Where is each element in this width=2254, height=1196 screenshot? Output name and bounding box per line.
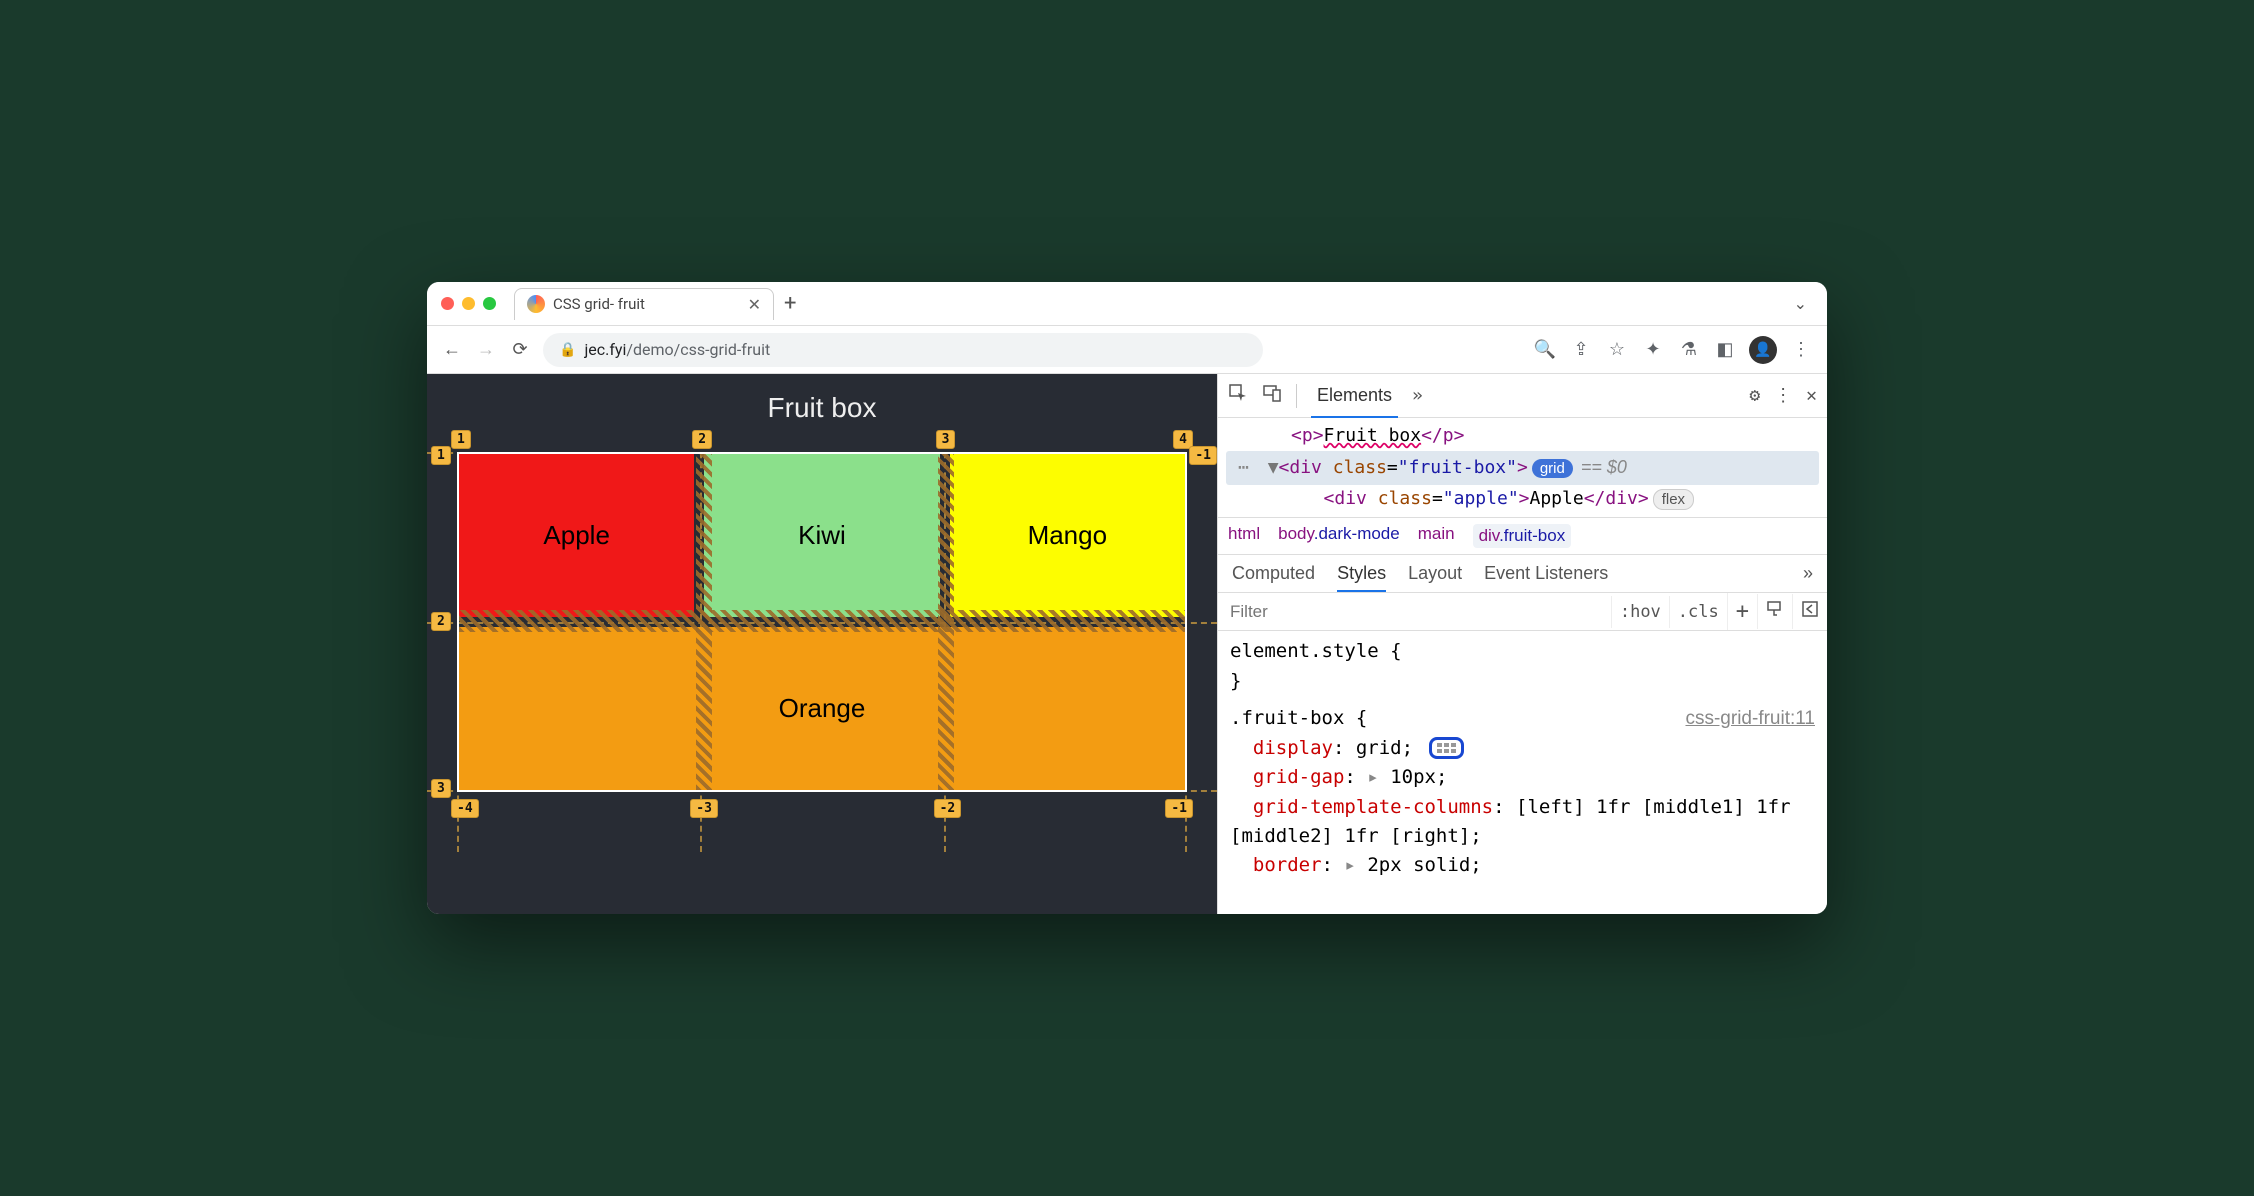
grid-badge[interactable]: grid [1532,459,1573,478]
grid-line-badge: -1 [1189,446,1217,465]
tab-elements[interactable]: Elements [1311,385,1398,418]
grid-line-badge: -3 [690,799,718,818]
flex-badge[interactable]: flex [1653,489,1694,510]
back-button[interactable]: ← [441,339,463,360]
settings-icon[interactable]: ⚙ [1749,385,1760,406]
browser-window: CSS grid- fruit ✕ + ⌄ ← → ⟳ 🔒 jec.fyi/de… [427,282,1827,914]
grid-editor-icon[interactable] [1429,737,1464,759]
url-text: jec.fyi/demo/css-grid-fruit [584,340,770,359]
tab-layout[interactable]: Layout [1408,563,1462,584]
favicon-icon [527,295,545,313]
content-area: Fruit box Apple Kiwi Mango Orange [427,374,1827,914]
new-tab-button[interactable]: + [784,291,796,316]
breadcrumb-item-active[interactable]: div.fruit-box [1473,524,1572,548]
dom-node[interactable]: <div class="apple">Apple</div>flex [1226,485,1819,514]
tab-event-listeners[interactable]: Event Listeners [1484,563,1608,584]
lock-icon: 🔒 [559,342,576,358]
grid-gap-overlay [459,610,1185,632]
grid-cell-orange: Orange [459,627,1185,790]
grid-cell-kiwi: Kiwi [704,454,939,617]
minimize-window-button[interactable] [462,297,475,310]
profile-avatar[interactable]: 👤 [1749,336,1777,364]
traffic-lights [441,297,496,310]
page-heading: Fruit box [427,374,1217,442]
styles-filter-input[interactable] [1218,594,1611,630]
grid-line-badge: 3 [936,430,956,449]
grid-line-badge: 2 [431,612,451,631]
grid-line-badge: 3 [431,779,451,798]
element-style-rule[interactable]: element.style { } [1230,637,1815,696]
url-bar: ← → ⟳ 🔒 jec.fyi/demo/css-grid-fruit 🔍 ⇪ … [427,326,1827,374]
inspect-icon[interactable] [1228,383,1248,408]
ellipsis-icon[interactable]: ⋯ [1230,457,1257,478]
tab-overflow-icon[interactable]: ⌄ [1788,294,1813,313]
dom-tree[interactable]: <p>Fruit box</p> ⋯ ▼<div class="fruit-bo… [1218,418,1827,517]
hov-button[interactable]: :hov [1611,596,1669,628]
tab-styles[interactable]: Styles [1337,563,1386,592]
kebab-icon[interactable]: ⋮ [1774,385,1792,406]
maximize-window-button[interactable] [483,297,496,310]
dom-node[interactable]: <p>Fruit box</p> [1226,422,1819,451]
breadcrumb-item[interactable]: body.dark-mode [1278,524,1400,548]
breadcrumb: html body.dark-mode main div.fruit-box [1218,517,1827,555]
share-icon[interactable]: ⇪ [1569,339,1593,360]
grid-line-badge: -1 [1165,799,1193,818]
grid-cell-mango: Mango [950,454,1185,617]
breadcrumb-item[interactable]: main [1418,524,1455,548]
close-window-button[interactable] [441,297,454,310]
devtools-toolbar: Elements » ⚙ ⋮ ✕ [1218,374,1827,418]
rendered-page: Fruit box Apple Kiwi Mango Orange [427,374,1217,914]
extensions-icon[interactable]: ✦ [1641,339,1665,360]
styles-tabs: Computed Styles Layout Event Listeners » [1218,555,1827,593]
styles-filter-row: :hov .cls + [1218,593,1827,631]
titlebar: CSS grid- fruit ✕ + ⌄ [427,282,1827,326]
bookmark-icon[interactable]: ☆ [1605,339,1629,360]
styles-pane[interactable]: element.style { } css-grid-fruit:11 .fru… [1218,631,1827,887]
grid-line-badge: -2 [934,799,962,818]
grid-line-badge: 1 [451,430,471,449]
forward-button[interactable]: → [475,339,497,360]
cls-button[interactable]: .cls [1669,596,1727,628]
paint-icon[interactable] [1757,594,1792,629]
menu-icon[interactable]: ⋮ [1789,339,1813,360]
browser-tab[interactable]: CSS grid- fruit ✕ [514,288,774,320]
dom-node-selected[interactable]: ⋯ ▼<div class="fruit-box">grid== $0 [1226,451,1819,485]
labs-icon[interactable]: ⚗ [1677,339,1701,360]
more-tabs-icon[interactable]: » [1412,385,1423,406]
reload-button[interactable]: ⟳ [509,339,531,360]
tab-title: CSS grid- fruit [553,295,740,313]
breadcrumb-item[interactable]: html [1228,524,1260,548]
tab-computed[interactable]: Computed [1232,563,1315,584]
grid-line-badge: -4 [451,799,479,818]
sidebar-icon[interactable]: ◧ [1713,339,1737,360]
omnibox[interactable]: 🔒 jec.fyi/demo/css-grid-fruit [543,333,1263,367]
more-tabs-icon[interactable]: » [1803,563,1813,584]
css-rule[interactable]: css-grid-fruit:11 .fruit-box { display: … [1230,704,1815,881]
computed-toggle-icon[interactable] [1792,594,1827,629]
devtools-panel: Elements » ⚙ ⋮ ✕ <p>Fruit box</p> ⋯ ▼<di… [1217,374,1827,914]
grid-overlay-wrap: Apple Kiwi Mango Orange 1 2 3 4 1 2 3 -1… [457,452,1187,792]
fruit-box-grid: Apple Kiwi Mango Orange [457,452,1187,792]
grid-cell-apple: Apple [459,454,694,617]
grid-line-badge: 1 [431,446,451,465]
device-toggle-icon[interactable] [1262,383,1282,408]
rule-source-link[interactable]: css-grid-fruit:11 [1685,704,1815,733]
close-tab-icon[interactable]: ✕ [748,295,761,314]
zoom-icon[interactable]: 🔍 [1533,339,1557,360]
close-devtools-icon[interactable]: ✕ [1806,385,1817,406]
grid-line-badge: 2 [692,430,712,449]
new-rule-button[interactable]: + [1727,593,1757,630]
